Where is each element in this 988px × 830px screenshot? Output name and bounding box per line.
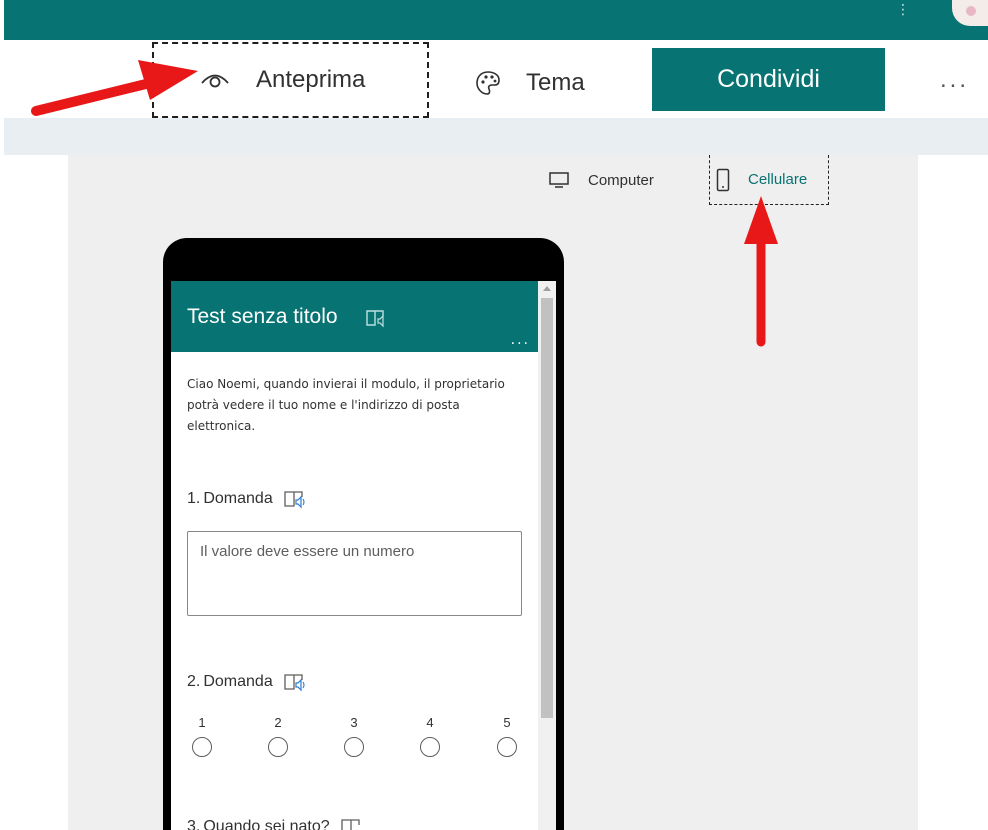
question-2-title: 2. Domanda [187, 672, 307, 692]
rating-option[interactable]: 5 [496, 715, 518, 757]
immersive-reader-icon[interactable] [365, 308, 387, 328]
header-more-icon[interactable]: ⋮ [896, 2, 910, 18]
rating-option[interactable]: 2 [267, 715, 289, 757]
view-computer-label: Computer [588, 171, 654, 189]
question-number: 2. [187, 673, 201, 690]
form-title: Test senza titolo [187, 305, 338, 328]
phone-screen: Test senza titolo ... Ciao Noemi, quando… [171, 281, 556, 830]
eye-icon [200, 70, 230, 90]
question-1-title: 1. Domanda [187, 489, 307, 509]
rating-option-label: 1 [198, 715, 206, 730]
immersive-reader-icon[interactable] [340, 817, 364, 830]
question-number: 3. [187, 818, 201, 830]
rating-option[interactable]: 1 [191, 715, 213, 757]
form-more-icon[interactable]: ... [511, 332, 530, 348]
form-intro-text: Ciao Noemi, quando invierai il modulo, i… [187, 377, 505, 433]
preview-label: Anteprima [256, 66, 366, 93]
share-button[interactable]: Condividi [652, 48, 885, 111]
scrollbar-thumb[interactable] [541, 298, 553, 718]
theme-label: Tema [526, 69, 585, 96]
rating-option-label: 2 [274, 715, 282, 730]
question-3-title: 3. Quando sei nato? [187, 817, 364, 830]
rating-option-label: 5 [503, 715, 511, 730]
question-label: Quando sei nato? [203, 818, 330, 830]
rating-option[interactable]: 4 [419, 715, 441, 757]
view-mobile-label: Cellulare [748, 171, 808, 188]
question-2-rating-scale: 1 2 3 4 5 [189, 715, 524, 765]
view-mobile-button[interactable]: Cellulare [709, 155, 829, 205]
question-label: Domanda [203, 673, 273, 690]
rating-radio[interactable] [192, 737, 212, 757]
theme-button[interactable]: Tema [474, 48, 585, 118]
monitor-icon [548, 171, 570, 189]
view-computer-button[interactable]: Computer [548, 167, 654, 193]
rating-option-label: 4 [426, 715, 434, 730]
rating-radio[interactable] [268, 737, 288, 757]
preview-button[interactable]: Anteprima [152, 42, 429, 118]
phone-icon [716, 168, 730, 192]
phone-scrollbar[interactable] [538, 281, 556, 830]
command-bar: Anteprima Tema Condividi ... [4, 40, 988, 118]
palette-icon [474, 69, 502, 97]
more-options-button[interactable]: ... [940, 60, 969, 100]
rating-radio[interactable] [497, 737, 517, 757]
rating-radio[interactable] [420, 737, 440, 757]
app-header: ⋮ [4, 0, 988, 40]
form-header: Test senza titolo ... [171, 281, 538, 352]
immersive-reader-icon[interactable] [283, 489, 307, 509]
question-label: Domanda [203, 490, 273, 507]
rating-option[interactable]: 3 [343, 715, 365, 757]
rating-radio[interactable] [344, 737, 364, 757]
immersive-reader-icon[interactable] [283, 672, 307, 692]
header-divider-strip [4, 118, 988, 155]
scroll-up-icon[interactable] [543, 286, 551, 291]
question-1-answer-field[interactable]: Il valore deve essere un numero [187, 531, 522, 616]
question-number: 1. [187, 490, 201, 507]
rating-option-label: 3 [350, 715, 358, 730]
